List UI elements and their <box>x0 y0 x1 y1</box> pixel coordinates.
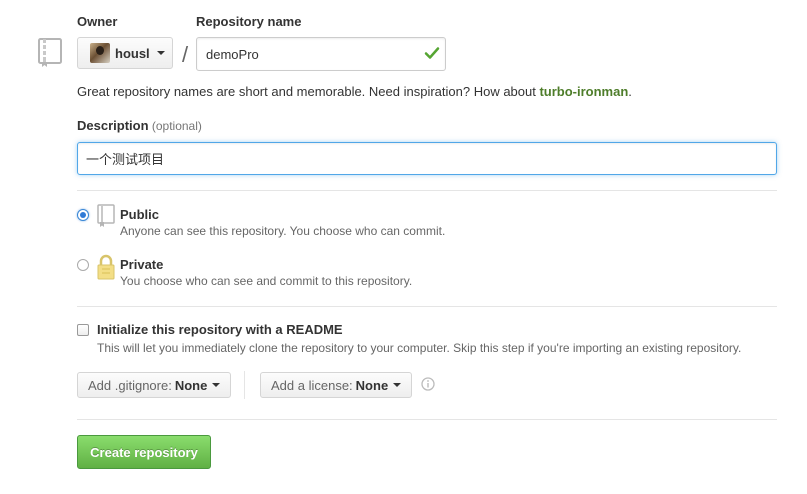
readme-description: This will let you immediately clone the … <box>97 341 742 355</box>
lock-icon <box>96 254 116 283</box>
owner-label: Owner <box>77 14 118 29</box>
private-description: You choose who can see and commit to thi… <box>120 274 413 288</box>
repository-name-hint: Great repository names are short and mem… <box>77 84 632 99</box>
optional-hint: (optional) <box>151 119 202 133</box>
repository-name-label: Repository name <box>196 14 302 29</box>
chevron-down-icon <box>156 51 165 55</box>
private-radio[interactable] <box>77 259 89 271</box>
public-title: Public <box>120 207 160 222</box>
chevron-down-icon <box>393 383 402 387</box>
public-repo-icon <box>97 204 115 231</box>
description-label: Description (optional) <box>77 118 202 133</box>
name-suggestion-link[interactable]: turbo-ironman <box>539 84 628 99</box>
divider <box>77 306 777 307</box>
repository-name-input[interactable] <box>196 37 446 71</box>
vertical-divider <box>244 371 245 399</box>
owner-repo-separator: / <box>182 42 189 67</box>
info-icon[interactable] <box>421 377 435 391</box>
readme-checkbox[interactable] <box>77 324 89 336</box>
owner-username: housl <box>115 45 150 61</box>
license-dropdown-button[interactable]: Add a license: None <box>260 372 412 398</box>
repository-book-icon <box>38 38 62 68</box>
create-repository-button[interactable]: Create repository <box>77 435 211 469</box>
chevron-down-icon <box>212 383 221 387</box>
divider <box>77 190 777 191</box>
public-radio[interactable] <box>77 209 89 221</box>
avatar <box>90 43 110 63</box>
owner-dropdown-button[interactable]: housl <box>77 37 173 69</box>
check-icon <box>424 45 440 61</box>
gitignore-dropdown-button[interactable]: Add .gitignore: None <box>77 372 231 398</box>
public-description: Anyone can see this repository. You choo… <box>120 224 446 238</box>
private-title: Private <box>120 257 164 272</box>
divider <box>77 419 777 420</box>
description-input[interactable] <box>77 142 777 175</box>
readme-title: Initialize this repository with a README <box>97 322 343 337</box>
